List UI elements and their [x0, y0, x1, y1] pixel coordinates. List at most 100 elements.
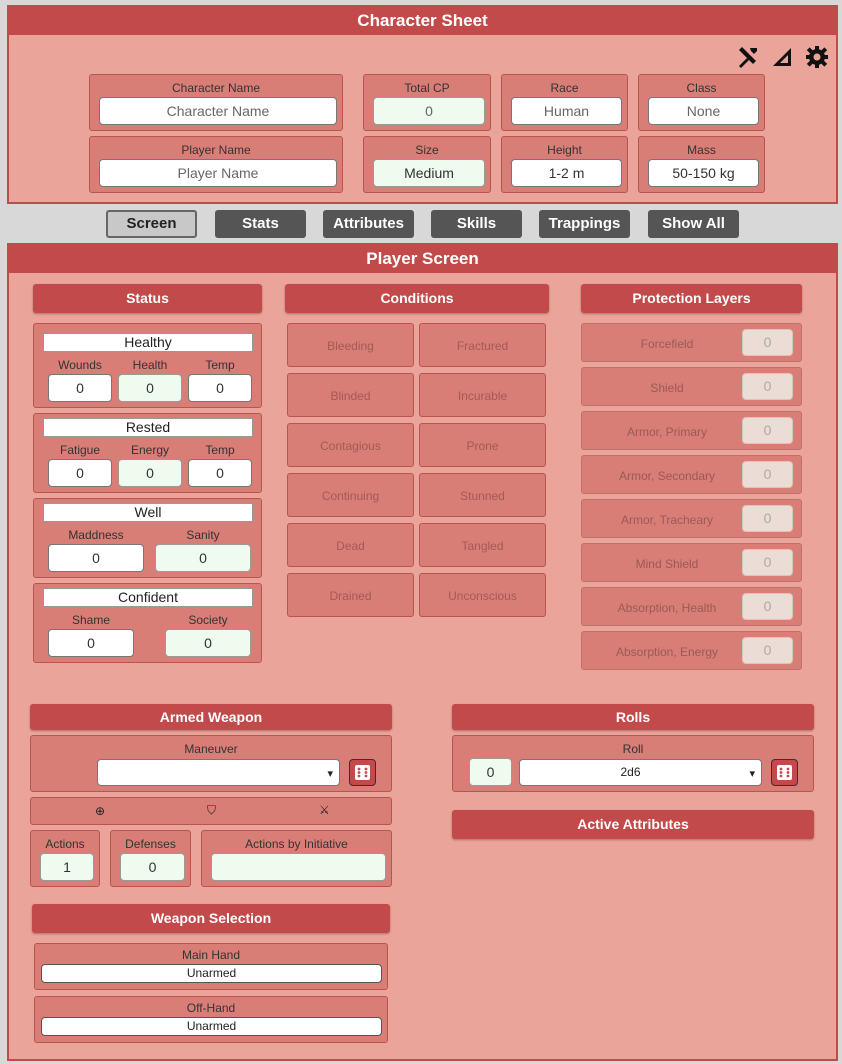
- dice-button[interactable]: [349, 759, 376, 786]
- player-name-label: Player Name: [181, 143, 251, 157]
- shield-icon[interactable]: ⛉: [207, 803, 216, 818]
- tab-stats[interactable]: Stats: [215, 210, 306, 238]
- protection-label: Armor, Tracheary: [620, 513, 714, 527]
- tools-icon[interactable]: [736, 45, 760, 69]
- tab-trappings[interactable]: Trappings: [539, 210, 630, 238]
- mass-input[interactable]: 50-150 kg: [648, 159, 759, 187]
- actions-label: Actions: [45, 837, 85, 851]
- society-value: 0: [165, 629, 251, 657]
- sanity-state: Well: [43, 503, 253, 522]
- chevron-down-icon: ▾: [327, 768, 333, 780]
- race-input[interactable]: Human: [511, 97, 622, 125]
- condition-fractured[interactable]: Fractured: [419, 323, 546, 367]
- health-temp-input[interactable]: 0: [188, 374, 252, 402]
- condition-prone[interactable]: Prone: [419, 423, 546, 467]
- swords-icon[interactable]: ⚔: [319, 803, 330, 817]
- fatigue-input[interactable]: 0: [48, 459, 112, 487]
- actions-value: 1: [40, 853, 94, 881]
- condition-unconscious[interactable]: Unconscious: [419, 573, 546, 617]
- protection-armor-primary: Armor, Primary 0: [581, 411, 802, 450]
- height-input[interactable]: 1-2 m: [511, 159, 622, 187]
- main-hand-box: Main Hand Unarmed: [34, 943, 388, 990]
- defenses-label: Defenses: [125, 837, 176, 851]
- dice-icon: [777, 765, 792, 780]
- maddness-input[interactable]: 0: [48, 544, 144, 572]
- society-status-box: Confident Shame Society 0 0: [33, 583, 262, 663]
- tab-screen[interactable]: Screen: [106, 210, 197, 238]
- condition-continuing[interactable]: Continuing: [287, 473, 414, 517]
- off-hand-select[interactable]: Unarmed: [41, 1017, 382, 1036]
- sanity-value: 0: [155, 544, 251, 572]
- character-name-box: Character Name Character Name: [89, 74, 343, 131]
- protection-value[interactable]: 0: [742, 549, 793, 576]
- total-cp-value: 0: [373, 97, 485, 125]
- protection-value[interactable]: 0: [742, 505, 793, 532]
- condition-blinded[interactable]: Blinded: [287, 373, 414, 417]
- roll-dice-button[interactable]: [771, 759, 798, 786]
- player-name-input[interactable]: Player Name: [99, 159, 337, 187]
- health-value: 0: [118, 374, 182, 402]
- condition-dead[interactable]: Dead: [287, 523, 414, 567]
- shame-label: Shame: [71, 613, 111, 627]
- protection-label: Absorption, Energy: [615, 645, 719, 659]
- fatigue-label: Fatigue: [59, 443, 101, 457]
- crosshair-icon[interactable]: ⊕: [95, 804, 105, 818]
- condition-stunned[interactable]: Stunned: [419, 473, 546, 517]
- main-hand-select[interactable]: Unarmed: [41, 964, 382, 983]
- shame-input[interactable]: 0: [48, 629, 134, 657]
- energy-state: Rested: [43, 418, 253, 437]
- temp-label: Temp: [205, 358, 235, 372]
- condition-drained[interactable]: Drained: [287, 573, 414, 617]
- character-name-input[interactable]: Character Name: [99, 97, 337, 125]
- initiative-box: Actions by Initiative: [201, 830, 392, 887]
- initiative-value: [211, 853, 386, 881]
- sanity-status-box: Well Maddness Sanity 0 0: [33, 498, 262, 578]
- tab-skills[interactable]: Skills: [431, 210, 522, 238]
- protection-value[interactable]: 0: [742, 329, 793, 356]
- gear-icon[interactable]: [805, 45, 829, 69]
- defenses-box: Defenses 0: [110, 830, 191, 887]
- total-cp-box: Total CP 0: [363, 74, 491, 131]
- society-state: Confident: [43, 588, 253, 607]
- dice-icon: [355, 765, 370, 780]
- protection-absorption-health: Absorption, Health 0: [581, 587, 802, 626]
- condition-bleeding[interactable]: Bleeding: [287, 323, 414, 367]
- protection-value[interactable]: 0: [742, 461, 793, 488]
- roll-box: Roll 0 2d6 ▾: [452, 735, 814, 792]
- protection-label: Forcefield: [640, 337, 694, 351]
- size-label: Size: [415, 143, 439, 157]
- tab-attributes[interactable]: Attributes: [323, 210, 414, 238]
- signal-icon[interactable]: [771, 46, 793, 68]
- class-input[interactable]: None: [648, 97, 759, 125]
- protection-armor-secondary: Armor, Secondary 0: [581, 455, 802, 494]
- protection-value[interactable]: 0: [742, 373, 793, 400]
- maneuver-select[interactable]: ▾: [97, 759, 340, 786]
- energy-value: 0: [118, 459, 182, 487]
- defenses-value: 0: [120, 853, 185, 881]
- energy-status-box: Rested Fatigue Energy Temp 0 0 0: [33, 413, 262, 493]
- wounds-input[interactable]: 0: [48, 374, 112, 402]
- height-box: Height 1-2 m: [501, 136, 628, 193]
- active-attributes-header: Active Attributes: [452, 810, 814, 839]
- protection-label: Armor, Primary: [626, 425, 707, 439]
- roll-label: Roll: [622, 742, 644, 756]
- size-value: Medium: [373, 159, 485, 187]
- condition-contagious[interactable]: Contagious: [287, 423, 414, 467]
- roll-select[interactable]: 2d6 ▾: [519, 759, 762, 786]
- tab-show-all[interactable]: Show All: [648, 210, 739, 238]
- initiative-label: Actions by Initiative: [245, 837, 348, 851]
- protection-value[interactable]: 0: [742, 637, 793, 664]
- chevron-down-icon: ▾: [749, 768, 755, 780]
- energy-temp-input[interactable]: 0: [188, 459, 252, 487]
- protection-forcefield: Forcefield 0: [581, 323, 802, 362]
- conditions-header: Conditions: [285, 284, 549, 313]
- sanity-label: Sanity: [186, 528, 220, 542]
- maneuver-label: Maneuver: [184, 742, 238, 756]
- protection-value[interactable]: 0: [742, 593, 793, 620]
- protection-value[interactable]: 0: [742, 417, 793, 444]
- health-status-box: Healthy Wounds Health Temp 0 0 0: [33, 323, 262, 408]
- condition-incurable[interactable]: Incurable: [419, 373, 546, 417]
- player-screen-title: Player Screen: [9, 245, 836, 273]
- health-label: Health: [132, 358, 168, 372]
- condition-tangled[interactable]: Tangled: [419, 523, 546, 567]
